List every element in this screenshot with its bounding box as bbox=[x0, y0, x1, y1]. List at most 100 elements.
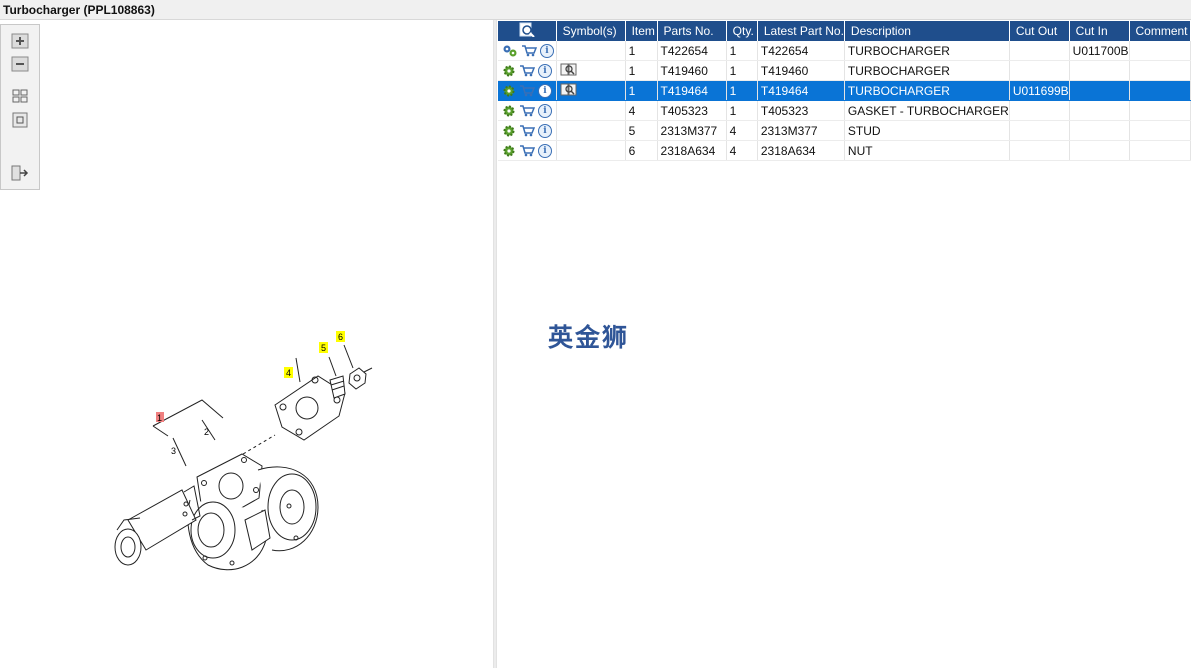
table-row[interactable]: i 4 T405323 1 T405323 GASKET - TURBOCHAR… bbox=[498, 100, 1191, 121]
table-row[interactable]: i 1 T419460 1 T419460 TURBOCHARGER bbox=[498, 60, 1191, 81]
callout-4: 4 bbox=[286, 368, 291, 378]
row-qty: 1 bbox=[726, 100, 758, 121]
row-item: 1 bbox=[625, 60, 658, 81]
row-latest-part-no: T405323 bbox=[757, 100, 845, 121]
row-parts-no: T419460 bbox=[657, 60, 727, 81]
row-cut-out bbox=[1009, 41, 1070, 61]
shopping-cart-icon[interactable] bbox=[519, 104, 535, 117]
magnify-page-icon bbox=[519, 22, 535, 38]
shopping-cart-icon[interactable] bbox=[519, 144, 535, 157]
row-latest-part-no: T422654 bbox=[757, 41, 845, 61]
row-parts-no: 2313M377 bbox=[657, 120, 727, 141]
row-cut-in: U011700B bbox=[1069, 41, 1130, 61]
info-icon[interactable]: i bbox=[538, 83, 552, 98]
header-symbols[interactable]: Symbol(s) bbox=[556, 21, 626, 41]
book-icon[interactable] bbox=[560, 82, 577, 96]
row-symbol bbox=[556, 60, 626, 81]
row-cut-in bbox=[1069, 100, 1130, 121]
table-row[interactable]: i 5 2313M377 4 2313M377 STUD bbox=[498, 120, 1191, 141]
header-parts-no[interactable]: Parts No. bbox=[657, 21, 727, 41]
row-parts-no: T419464 bbox=[657, 80, 727, 101]
watermark: 英金狮 bbox=[548, 323, 630, 352]
header-description[interactable]: Description bbox=[844, 21, 1010, 41]
row-item: 1 bbox=[625, 80, 658, 101]
info-icon[interactable]: i bbox=[538, 143, 552, 158]
row-comment bbox=[1129, 80, 1191, 101]
row-parts-no: 2318A634 bbox=[657, 140, 727, 161]
book-icon[interactable] bbox=[560, 62, 577, 76]
shopping-cart-icon[interactable] bbox=[519, 124, 535, 137]
row-latest-part-no: T419464 bbox=[757, 80, 845, 101]
info-icon[interactable]: i bbox=[540, 43, 554, 58]
row-comment bbox=[1129, 41, 1191, 61]
callout-1: 1 bbox=[157, 413, 162, 423]
row-cut-out bbox=[1009, 120, 1070, 141]
table-row[interactable]: i 1 T419464 1 T419464 TURBOCHARGER U0116… bbox=[498, 80, 1191, 101]
shopping-cart-icon[interactable] bbox=[521, 44, 537, 57]
row-cut-out: U011699B bbox=[1009, 80, 1070, 101]
table-row[interactable]: i 6 2318A634 4 2318A634 NUT bbox=[498, 140, 1191, 161]
row-symbol bbox=[556, 80, 626, 101]
row-description: TURBOCHARGER bbox=[844, 80, 1010, 101]
header-qty[interactable]: Qty. bbox=[726, 21, 758, 41]
row-comment bbox=[1129, 120, 1191, 141]
row-actions: i bbox=[498, 80, 557, 101]
table-row[interactable]: i 1 T422654 1 T422654 TURBOCHARGER U0117… bbox=[498, 41, 1191, 61]
settings-gear-icon[interactable] bbox=[502, 64, 516, 78]
row-actions: i bbox=[498, 140, 557, 161]
header-item[interactable]: Item bbox=[625, 21, 658, 41]
row-parts-no: T422654 bbox=[657, 41, 727, 61]
row-symbol bbox=[556, 100, 626, 121]
row-actions: i bbox=[498, 41, 557, 61]
shopping-cart-icon[interactable] bbox=[519, 64, 535, 77]
settings-gear-icon[interactable] bbox=[502, 144, 516, 158]
parts-table: Symbol(s) Item Parts No. Qty. Latest Par… bbox=[498, 21, 1191, 161]
row-actions: i bbox=[498, 60, 557, 81]
row-cut-out bbox=[1009, 60, 1070, 81]
row-description: TURBOCHARGER bbox=[844, 41, 1010, 61]
row-latest-part-no: 2313M377 bbox=[757, 120, 845, 141]
row-qty: 4 bbox=[726, 140, 758, 161]
header-latest-part-no[interactable]: Latest Part No. bbox=[757, 21, 845, 41]
row-description: NUT bbox=[844, 140, 1010, 161]
row-actions: i bbox=[498, 100, 557, 121]
header-cut-out[interactable]: Cut Out bbox=[1009, 21, 1070, 41]
callout-3: 3 bbox=[171, 446, 176, 456]
row-symbol bbox=[556, 140, 626, 161]
info-icon[interactable]: i bbox=[538, 63, 552, 78]
row-cut-out bbox=[1009, 140, 1070, 161]
settings-gear-icon[interactable] bbox=[502, 84, 516, 98]
title-bar: Turbocharger (PPL108863) bbox=[0, 0, 1191, 20]
row-cut-out bbox=[1009, 100, 1070, 121]
row-qty: 1 bbox=[726, 80, 758, 101]
row-item: 6 bbox=[625, 140, 658, 161]
parts-list-pane: Symbol(s) Item Parts No. Qty. Latest Par… bbox=[497, 20, 1191, 668]
row-latest-part-no: T419460 bbox=[757, 60, 845, 81]
callout-5: 5 bbox=[321, 343, 326, 353]
row-qty: 1 bbox=[726, 60, 758, 81]
info-icon[interactable]: i bbox=[538, 103, 552, 118]
header-cut-in[interactable]: Cut In bbox=[1069, 21, 1130, 41]
header-actions[interactable] bbox=[498, 21, 557, 41]
exploded-diagram: 1 2 3 4 5 6 bbox=[114, 331, 373, 571]
row-actions: i bbox=[498, 120, 557, 141]
settings-gear-icon[interactable] bbox=[502, 104, 516, 118]
row-cut-in bbox=[1069, 140, 1130, 161]
row-qty: 4 bbox=[726, 120, 758, 141]
callout-6: 6 bbox=[338, 332, 343, 342]
row-comment bbox=[1129, 140, 1191, 161]
header-comment[interactable]: Comment bbox=[1129, 21, 1191, 41]
row-symbol bbox=[556, 41, 626, 61]
row-parts-no: T405323 bbox=[657, 100, 727, 121]
row-comment bbox=[1129, 100, 1191, 121]
window-title: Turbocharger (PPL108863) bbox=[3, 3, 155, 17]
settings-gears-icon[interactable] bbox=[502, 44, 518, 58]
settings-gear-icon[interactable] bbox=[502, 124, 516, 138]
illustration-pane[interactable]: 1 2 3 4 5 6 bbox=[0, 20, 493, 668]
info-icon[interactable]: i bbox=[538, 123, 552, 138]
shopping-cart-icon[interactable] bbox=[519, 84, 535, 97]
row-cut-in bbox=[1069, 120, 1130, 141]
row-latest-part-no: 2318A634 bbox=[757, 140, 845, 161]
row-cut-in bbox=[1069, 60, 1130, 81]
row-cut-in bbox=[1069, 80, 1130, 101]
